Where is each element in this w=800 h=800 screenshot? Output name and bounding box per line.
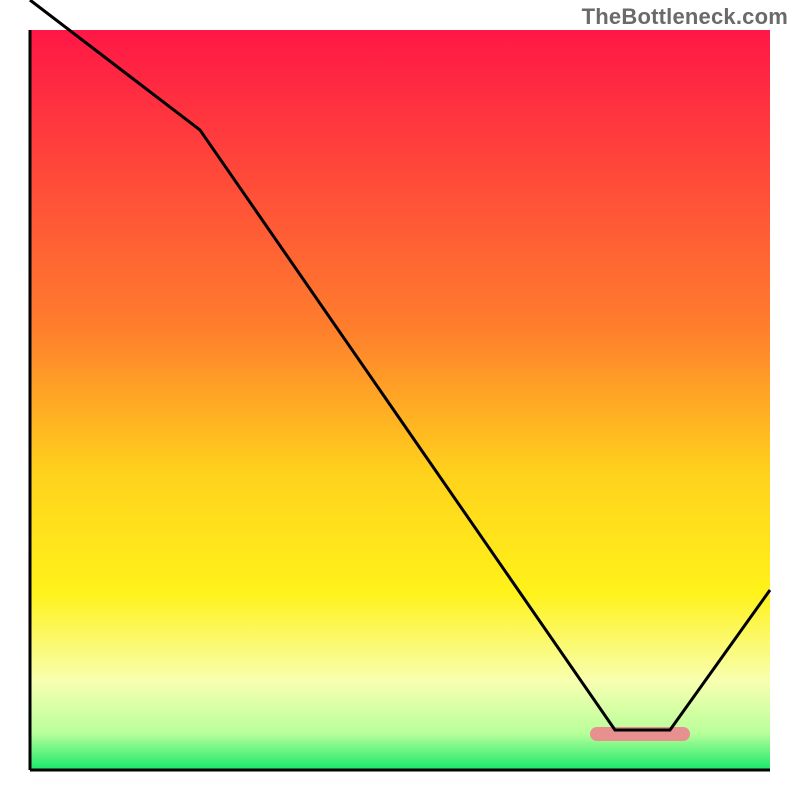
chart-svg (0, 0, 800, 800)
chart-container: TheBottleneck.com (0, 0, 800, 800)
watermark-text: TheBottleneck.com (582, 4, 788, 30)
plot-background (30, 30, 770, 770)
